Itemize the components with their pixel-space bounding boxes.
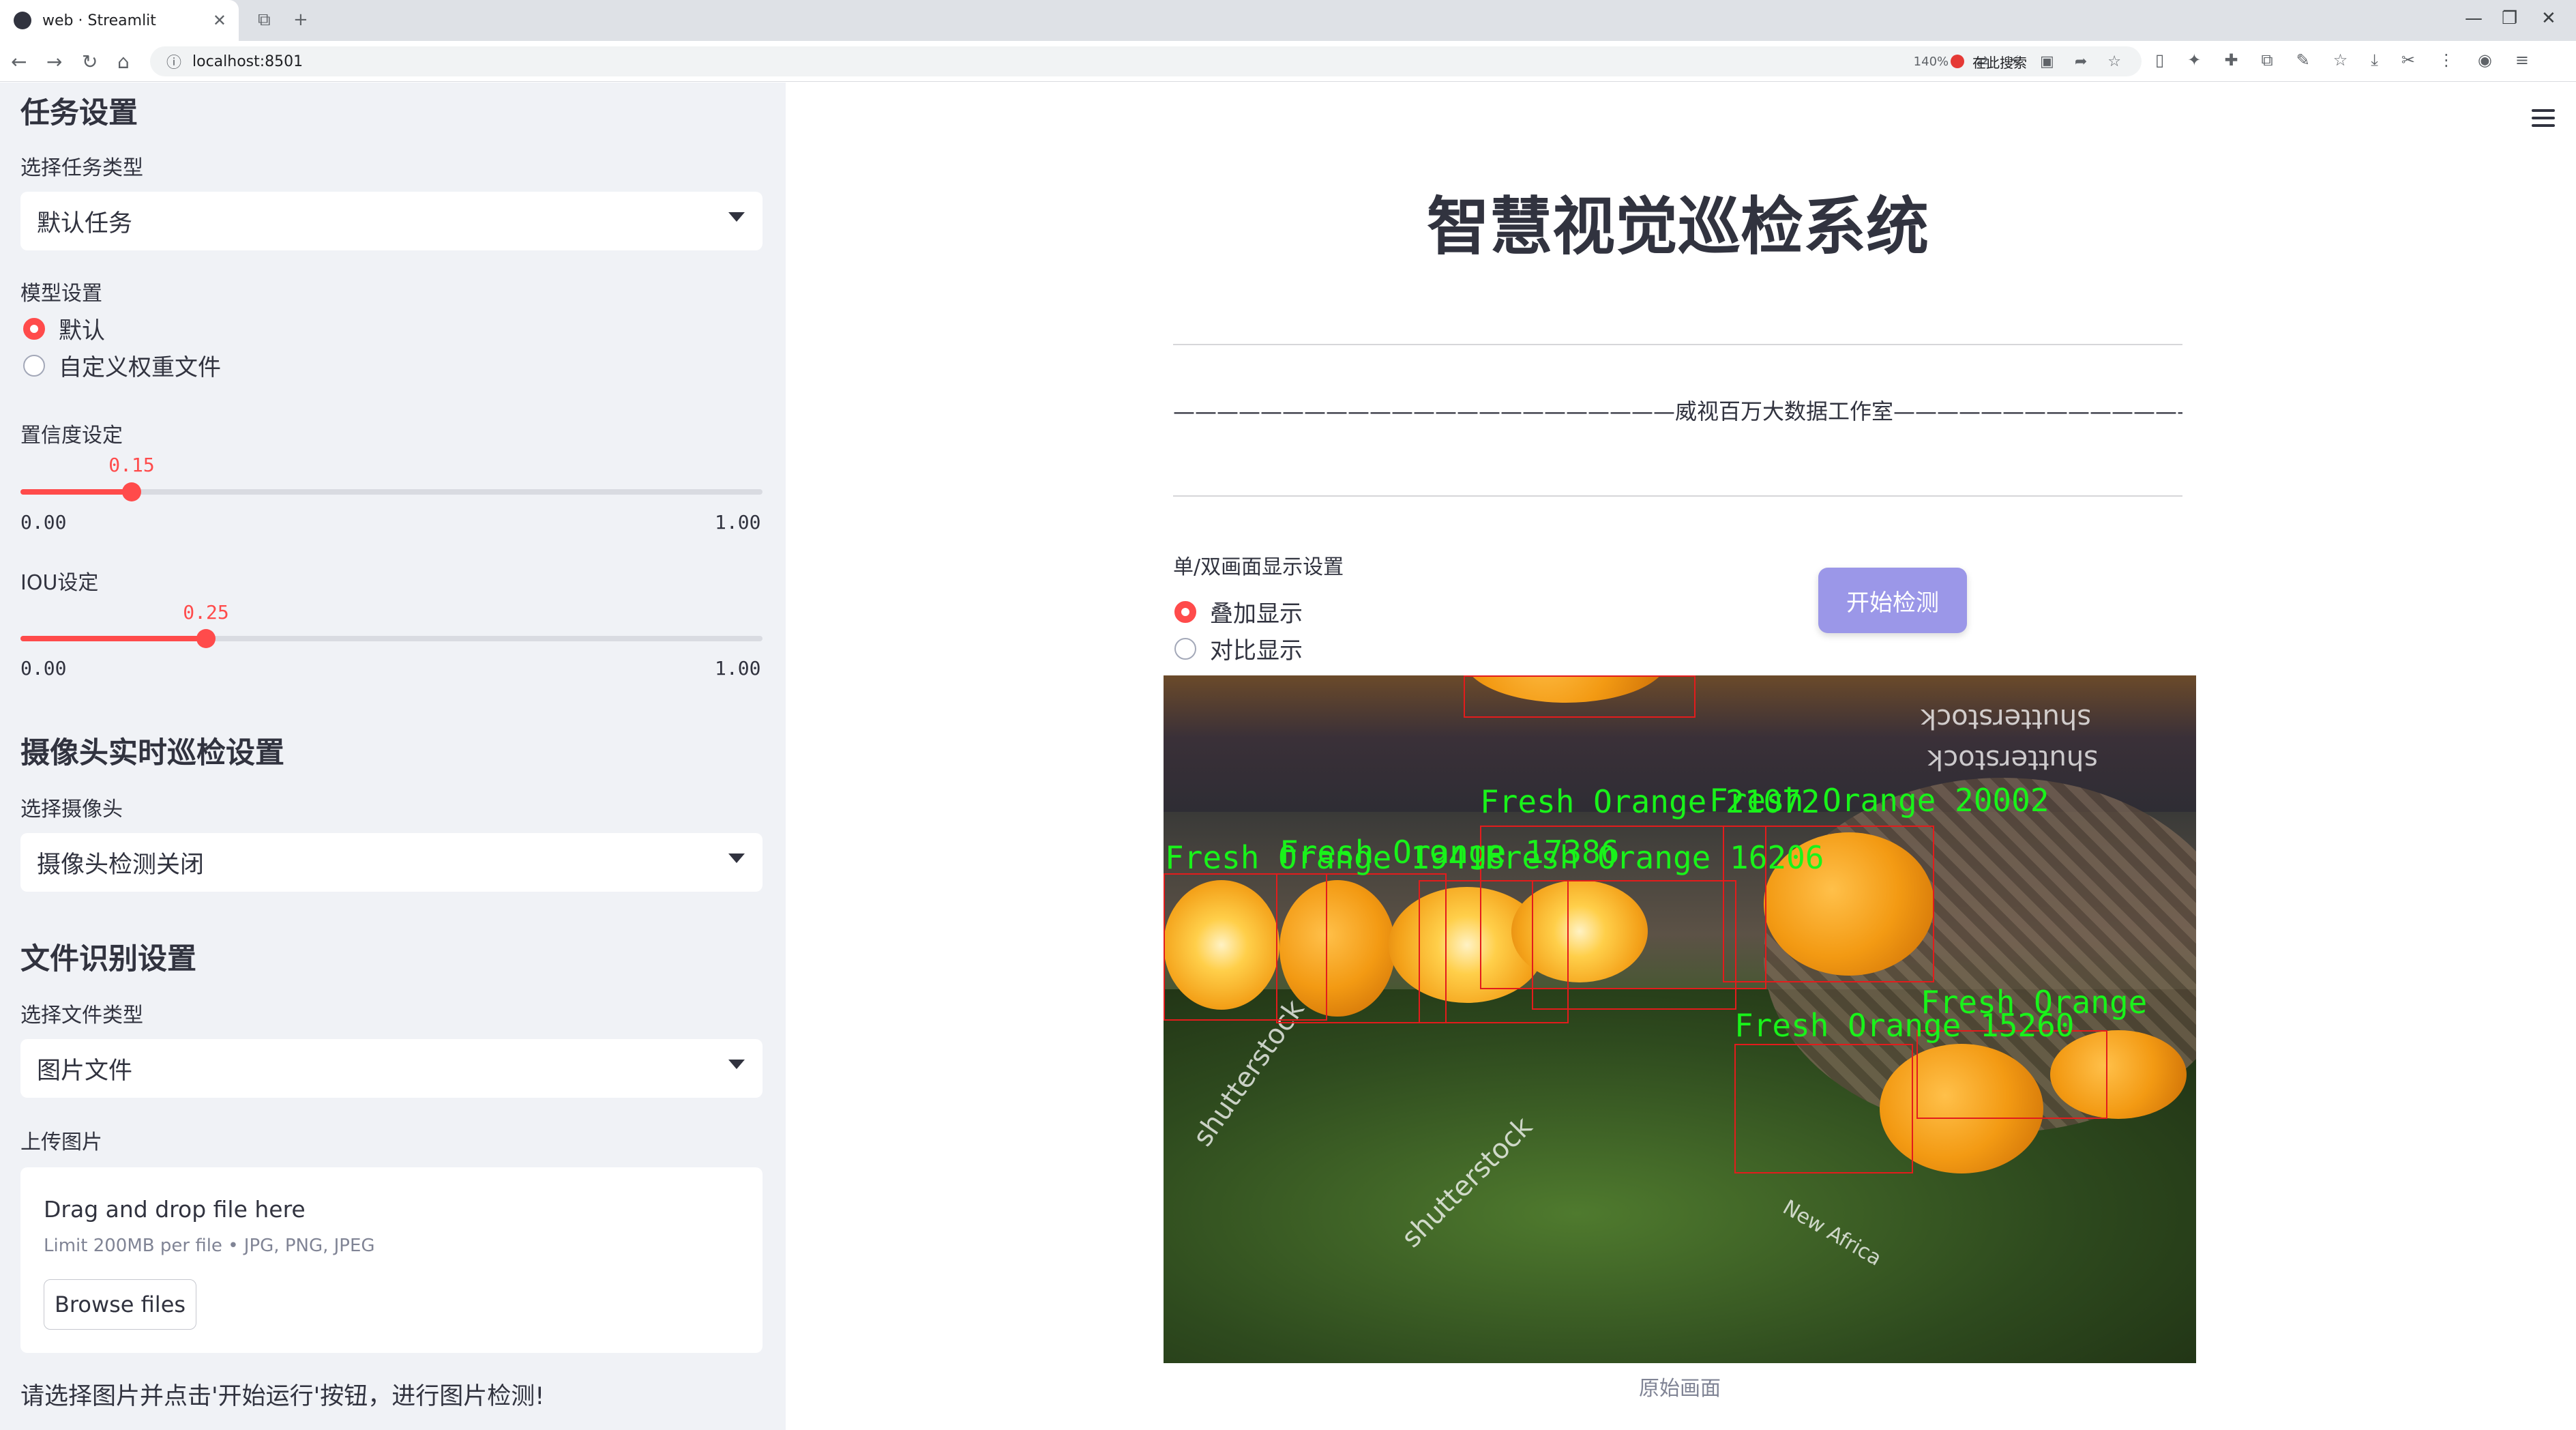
radio-checked-icon[interactable] [1174,600,1196,623]
task-type-value: 默认任务 [37,209,133,237]
browser-tab[interactable]: web · Streamlit ✕ [0,0,239,41]
task-type-select[interactable]: 默认任务 [20,192,763,250]
camera-select-label: 选择摄像头 [20,798,123,821]
detection-label: Fresh Orange 20002 [1709,782,2049,819]
site-info-icon[interactable]: ⓘ [166,50,181,72]
file-uploader-dropzone[interactable]: Drag and drop file here Limit 200MB per … [20,1167,763,1353]
divider-top [1173,344,2182,345]
confidence-slider-fill [20,489,132,495]
confidence-min: 0.00 [20,511,67,534]
iou-max: 1.00 [715,657,761,680]
detection-box [1532,880,1736,1010]
display-mode-label: 单/双画面显示设置 [1173,555,1344,579]
iou-value: 0.25 [183,601,229,624]
start-detection-button[interactable]: 开始检测 [1818,568,1967,633]
extension-ai-icon[interactable]: ✦ [2187,50,2201,70]
iou-label: IOU设定 [20,571,99,595]
address-toolbar: ← → ↻ ⌂ ⓘ localhost:8501 140% ⇄ ⚡ ▣ ➦ ☆ … [0,41,2576,82]
back-icon[interactable]: ← [11,50,27,73]
screenshot-icon[interactable]: ✂ [2401,50,2415,70]
home-icon[interactable]: ⌂ [117,50,130,73]
confidence-label: 置信度设定 [20,424,123,448]
divider-bottom [1173,495,2182,497]
browse-files-button[interactable]: Browse files [44,1279,196,1330]
window-close-icon[interactable]: ✕ [2541,8,2556,29]
main-menu-icon[interactable] [2532,109,2555,132]
upload-hint-text: 请选择图片并点击'开始运行'按钮，进行图片检测! [20,1383,545,1410]
task-settings-heading: 任务设置 [20,96,138,130]
favorites-icon[interactable]: ☆ [2333,50,2348,70]
camera-select-value: 摄像头检测关闭 [37,851,205,879]
display-option-label: 叠加显示 [1210,600,1303,628]
radio-checked-icon[interactable] [23,317,45,340]
detection-box [1734,1044,1913,1173]
chevron-down-icon [728,1060,745,1069]
extension-pen-icon[interactable]: ✎ [2296,50,2310,70]
new-tab-icon[interactable]: + [293,10,308,30]
confidence-value: 0.15 [108,454,155,476]
confidence-max: 1.00 [715,511,761,534]
camera-settings-heading: 摄像头实时巡检设置 [20,736,284,770]
file-type-value: 图片文件 [37,1057,133,1085]
browser-tab-strip: web · Streamlit ✕ ⧉ + — ❐ ✕ [0,0,2576,41]
tab-close-icon[interactable]: ✕ [213,11,226,30]
upload-drag-text: Drag and drop file here [44,1196,306,1223]
search-engine-logo-icon [1951,55,1964,68]
studio-line: ———————————————————————威视百万大数据工作室———————… [1173,398,2182,424]
file-type-label: 选择文件类型 [20,1004,143,1027]
address-bar[interactable]: ⓘ localhost:8501 140% ⇄ ⚡ ▣ ➦ ☆ [150,46,2142,76]
browser-menu-icon[interactable]: ≡ [2515,50,2529,70]
page-title: 智慧视觉巡检系统 [1426,190,1929,263]
tab-group-icon[interactable]: ⧉ [258,10,271,31]
display-option-label: 对比显示 [1210,637,1303,665]
extension-puzzle-icon[interactable]: ✚ [2224,50,2238,70]
streamlit-favicon-icon [14,12,31,29]
forward-icon[interactable]: → [46,50,62,73]
detection-box [1464,675,1696,718]
iou-min: 0.00 [20,657,67,680]
extension-translate-icon[interactable]: ⧉ [2261,50,2272,70]
iou-slider-thumb[interactable] [196,629,216,648]
search-engine-box[interactable]: 在此搜索 [1937,46,2142,76]
display-option-compare[interactable]: 对比显示 [1174,632,1303,665]
detection-result-image: shutterstock shutterstock shutterstock s… [1164,675,2196,1363]
reload-icon[interactable]: ↻ [82,50,98,73]
detection-label: Fresh Orange 16206 [1484,839,1824,876]
upload-limit-text: Limit 200MB per file • JPG, PNG, JPEG [44,1236,375,1256]
model-option-label: 默认 [59,317,105,345]
model-option-label: 自定义权重文件 [59,354,221,381]
confidence-slider[interactable] [20,482,763,501]
download-icon[interactable]: ⤓ [2371,50,2378,70]
confidence-slider-thumb[interactable] [122,482,141,501]
more-menu-icon[interactable]: ⋮ [2438,50,2455,70]
watermark-text: shutterstock [1927,744,2099,775]
model-option-custom[interactable]: 自定义权重文件 [23,349,221,382]
minimize-icon[interactable]: — [2465,8,2483,29]
restore-icon[interactable]: ❐ [2502,8,2517,29]
camera-select[interactable]: 摄像头检测关闭 [20,833,763,892]
file-type-select[interactable]: 图片文件 [20,1039,763,1098]
display-option-overlay[interactable]: 叠加显示 [1174,595,1303,628]
file-settings-heading: 文件识别设置 [20,942,196,976]
model-settings-label: 模型设置 [20,282,102,306]
mobile-icon[interactable]: ▯ [2155,50,2164,70]
task-type-label: 选择任务类型 [20,156,143,180]
upload-label: 上传图片 [20,1130,102,1154]
radio-unchecked-icon[interactable] [1174,637,1196,660]
chevron-down-icon [728,212,745,222]
tab-title: web · Streamlit [42,12,156,29]
search-placeholder: 在此搜索 [1972,54,2027,71]
image-caption: 原始画面 [1639,1377,1721,1401]
iou-slider-fill [20,636,206,641]
model-option-default[interactable]: 默认 [23,312,105,345]
chevron-down-icon [728,853,745,863]
profile-avatar-icon[interactable]: ◉ [2478,50,2492,70]
iou-slider[interactable] [20,629,763,648]
detection-label: Fresh Orange [1921,984,2148,1021]
radio-unchecked-icon[interactable] [23,354,45,377]
watermark-text: shutterstock [1921,703,2092,734]
url-text[interactable]: localhost:8501 [192,53,1914,70]
